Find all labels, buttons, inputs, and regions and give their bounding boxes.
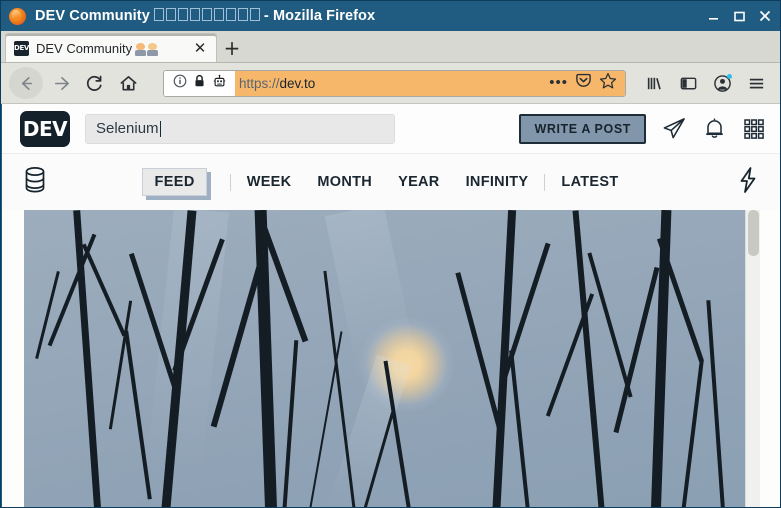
- feed-tab-year[interactable]: YEAR: [385, 174, 453, 190]
- scrollbar-thumb[interactable]: [748, 210, 759, 256]
- search-value: Selenium: [96, 120, 159, 137]
- firefox-logo-icon: [9, 7, 26, 25]
- new-tab-button[interactable]: +: [217, 33, 247, 62]
- tab-title-emoji: [135, 42, 159, 56]
- bell-icon[interactable]: [703, 117, 726, 141]
- url-bar-icons: [164, 70, 235, 96]
- lock-icon[interactable]: [193, 74, 206, 93]
- toolbar-icons: [638, 67, 772, 99]
- back-button[interactable]: [9, 67, 43, 99]
- page-scrollbar[interactable]: [745, 210, 760, 507]
- feed-tab-latest[interactable]: LATEST: [548, 174, 631, 190]
- url-text-field[interactable]: https://dev.to: [235, 70, 542, 96]
- page-viewport: DEV Selenium WRITE A POST FEED WEEK MONT…: [1, 104, 780, 507]
- url-bar-actions: •••: [541, 70, 625, 96]
- url-bar[interactable]: https://dev.to •••: [163, 69, 626, 97]
- grid-apps-icon[interactable]: [742, 117, 766, 141]
- text-caret: [159, 120, 161, 137]
- menu-icon[interactable]: [740, 67, 772, 99]
- feed-tab-month[interactable]: MONTH: [304, 174, 385, 190]
- write-a-post-button[interactable]: WRITE A POST: [519, 113, 646, 144]
- title-bar: DEV Community - Mozilla Firefox: [1, 1, 780, 31]
- window-title-suffix: - Mozilla Firefox: [263, 8, 376, 24]
- navigation-toolbar: https://dev.to •••: [1, 63, 780, 104]
- browser-tab[interactable]: DEV DEV Community ✕: [5, 33, 217, 62]
- url-value: https://dev.to: [239, 76, 315, 91]
- reload-button[interactable]: [77, 67, 111, 99]
- pocket-icon[interactable]: [575, 72, 592, 94]
- feed-separator-2: [544, 173, 546, 191]
- dev-header-actions: WRITE A POST: [519, 113, 766, 144]
- tab-title-text: DEV Community: [36, 40, 133, 56]
- maximize-button[interactable]: [726, 4, 752, 28]
- page-info-icon[interactable]: [173, 74, 187, 93]
- sidebar-icon[interactable]: [672, 67, 704, 99]
- feed-filter-links: FEED WEEK MONTH YEAR INFINITY LATEST: [38, 168, 736, 196]
- home-button[interactable]: [111, 67, 145, 99]
- tab-close-icon[interactable]: ✕: [190, 38, 210, 58]
- paper-plane-icon[interactable]: [662, 116, 687, 141]
- article-content: [2, 210, 780, 507]
- page-actions-icon[interactable]: •••: [549, 75, 568, 90]
- forward-button[interactable]: [43, 67, 77, 99]
- window-title-tofu-glyphs: [153, 8, 260, 21]
- url-scheme: https://: [239, 75, 280, 91]
- window-title-prefix: DEV Community: [35, 8, 150, 24]
- url-host: dev.to: [279, 75, 316, 91]
- window-title: DEV Community - Mozilla Firefox: [35, 8, 375, 24]
- tab-title: DEV Community: [36, 41, 190, 56]
- star-icon[interactable]: [599, 72, 617, 95]
- minimize-button[interactable]: [700, 4, 726, 28]
- account-badge: [727, 74, 732, 79]
- search-input[interactable]: Selenium: [85, 113, 395, 144]
- feed-tab-feed[interactable]: FEED: [142, 168, 207, 196]
- dev-site-header: DEV Selenium WRITE A POST: [2, 104, 780, 154]
- feed-navigation: FEED WEEK MONTH YEAR INFINITY LATEST: [2, 154, 780, 210]
- tab-favicon-dev-icon: DEV: [14, 40, 29, 56]
- feed-tab-infinity[interactable]: INFINITY: [453, 174, 542, 190]
- feed-separator-1: [229, 173, 231, 191]
- article-cover-image[interactable]: [24, 210, 760, 507]
- account-icon[interactable]: [706, 67, 738, 99]
- reader-robot-icon[interactable]: [212, 74, 227, 93]
- library-icon[interactable]: [638, 67, 670, 99]
- feed-tab-week[interactable]: WEEK: [234, 174, 305, 190]
- window-controls: [700, 4, 778, 28]
- dev-logo[interactable]: DEV: [20, 110, 70, 147]
- close-button[interactable]: [752, 4, 778, 28]
- lightning-bolt-icon[interactable]: [736, 166, 760, 199]
- tab-strip: DEV DEV Community ✕ +: [1, 31, 780, 63]
- firefox-window: DEV Community - Mozilla Firefox DEV DEV C…: [0, 0, 781, 508]
